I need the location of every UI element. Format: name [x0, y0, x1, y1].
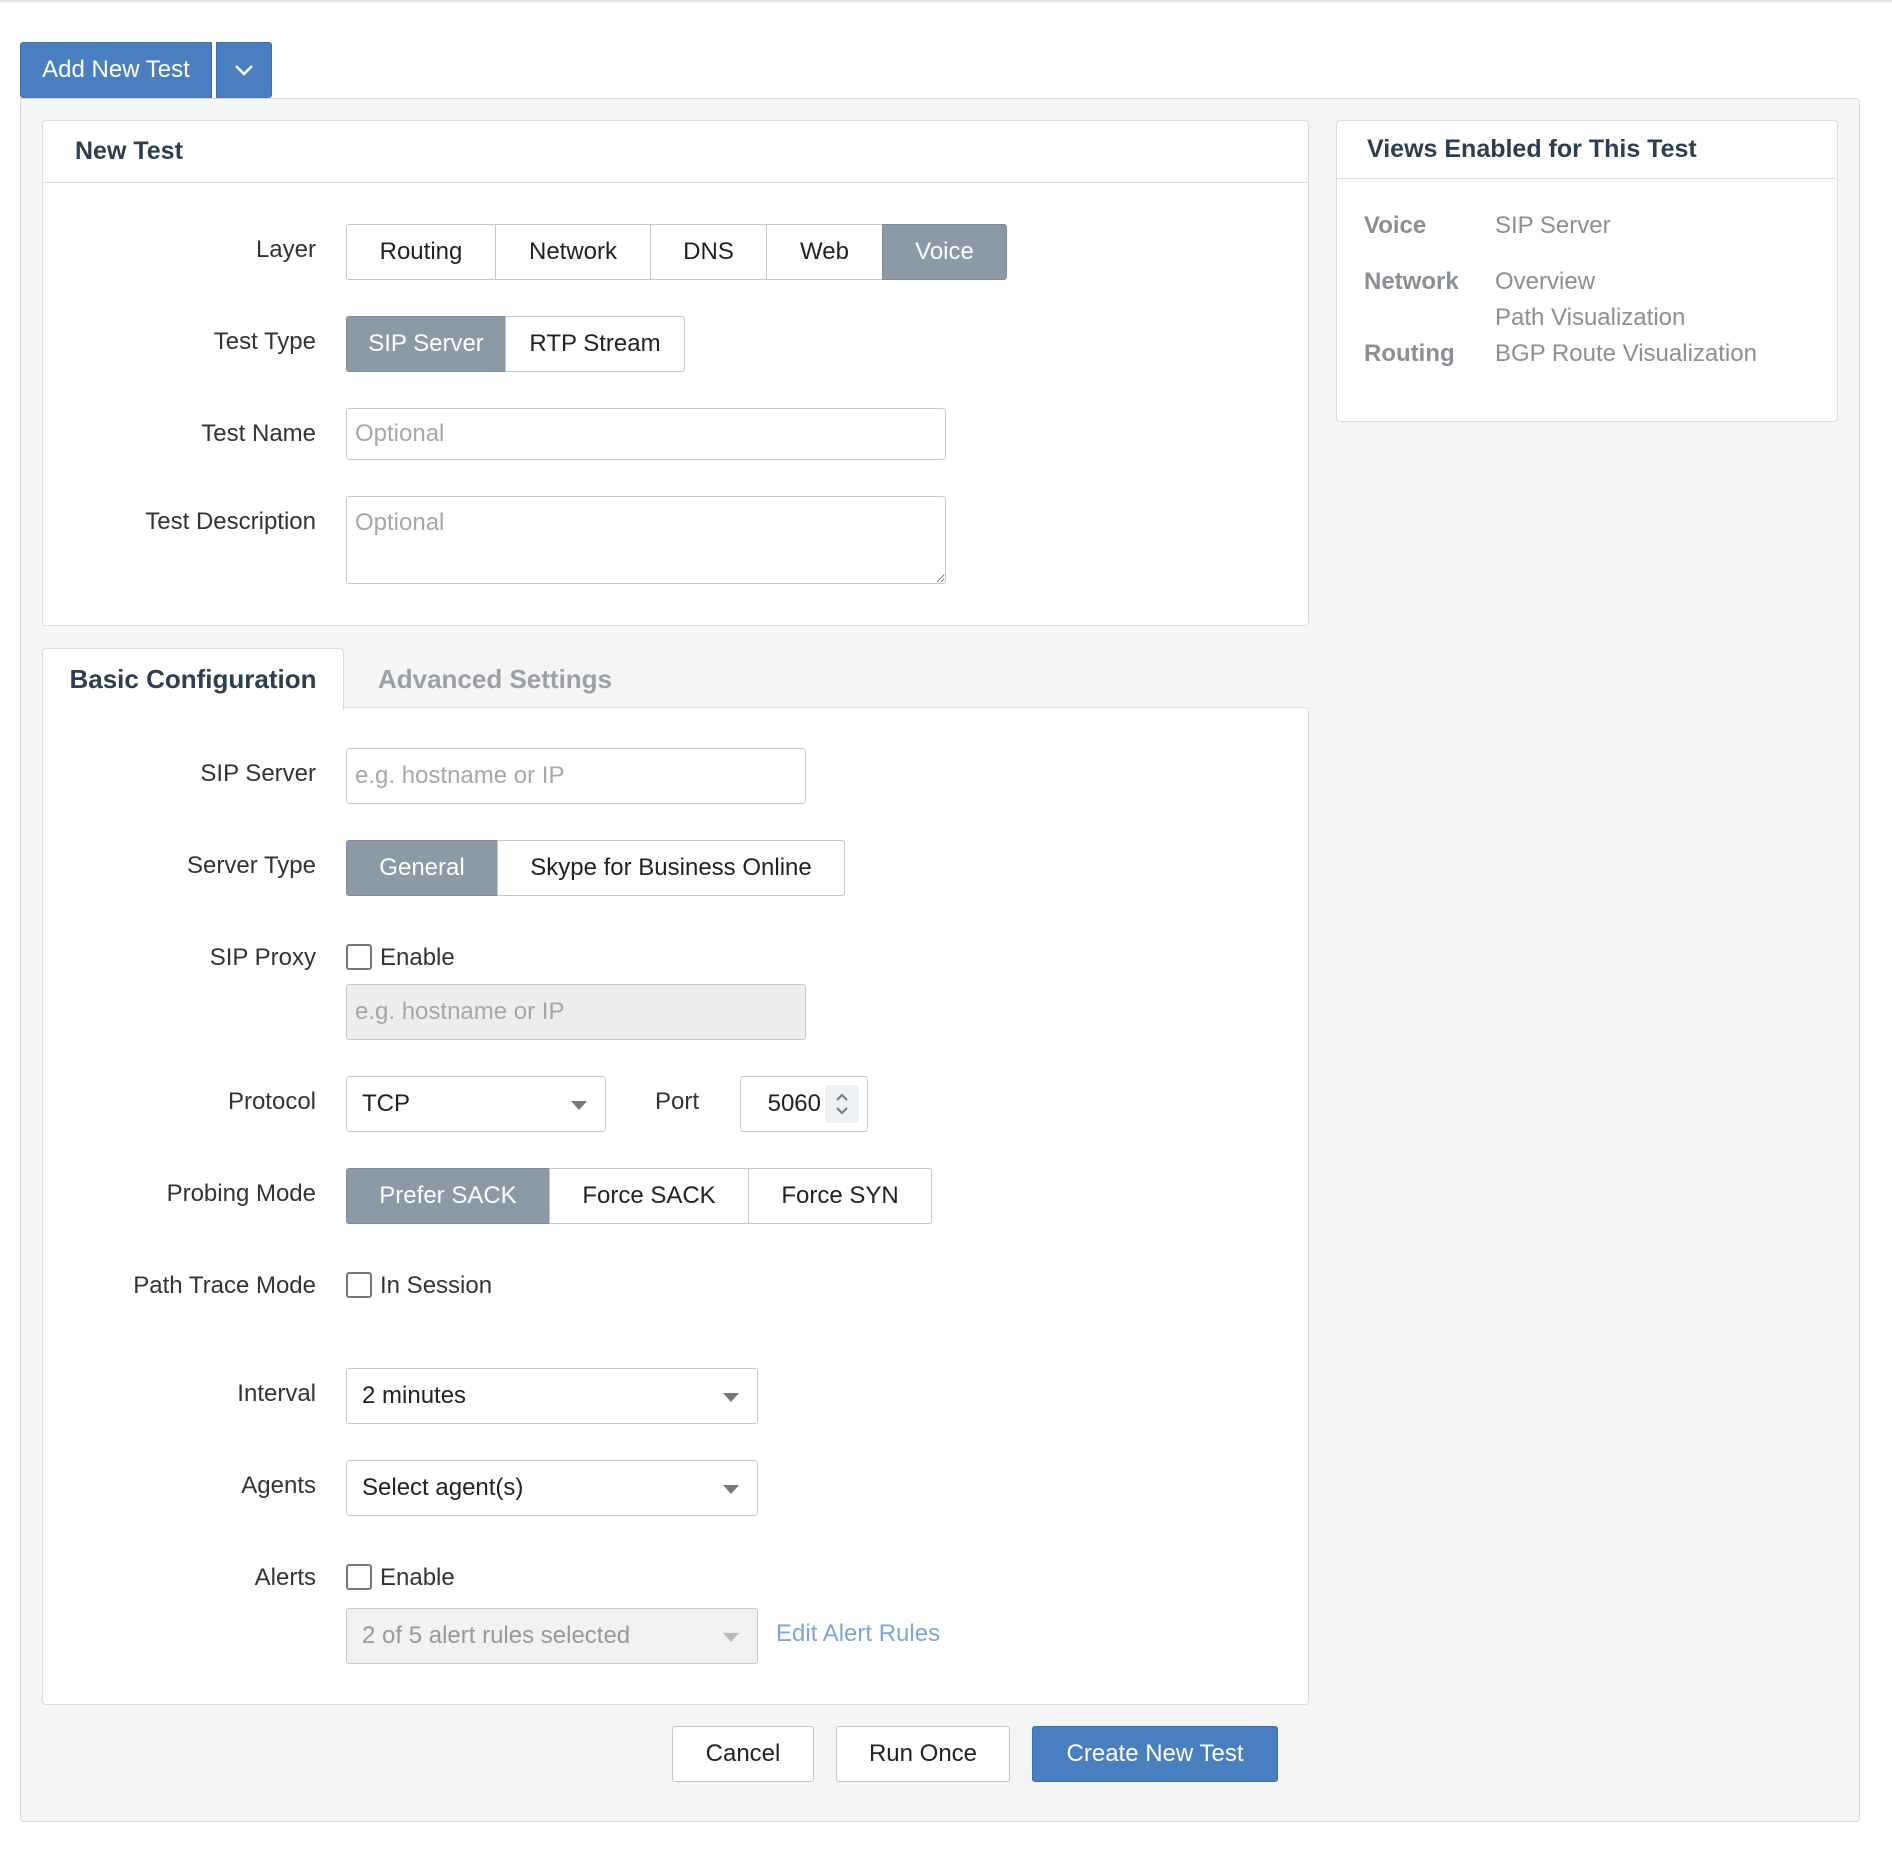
interval-select-value: 2 minutes	[362, 1382, 467, 1409]
port-input[interactable]: 5060	[740, 1076, 868, 1132]
sip-server-input[interactable]	[346, 748, 806, 804]
sip-server-label: SIP Server	[200, 760, 316, 787]
top-divider	[0, 0, 1892, 2]
run-once-button[interactable]: Run Once	[836, 1726, 1010, 1782]
probing-mode-force-syn[interactable]: Force SYN	[748, 1168, 932, 1224]
layer-label: Layer	[255, 236, 316, 263]
probing-mode-selector: Prefer SACK Force SACK Force SYN	[346, 1168, 932, 1224]
create-new-test-button[interactable]: Create New Test	[1032, 1726, 1278, 1782]
server-type-skype-for-business-online[interactable]: Skype for Business Online	[497, 840, 845, 896]
protocol-select[interactable]: TCP	[346, 1076, 606, 1132]
view-value-path-visualization: Path Visualization	[1495, 304, 1686, 331]
view-value-overview: Overview	[1495, 268, 1596, 295]
caret-down-icon	[723, 1393, 739, 1402]
test-type-label: Test Type	[213, 328, 316, 355]
server-type-general[interactable]: General	[346, 840, 498, 896]
layer-selector: Routing Network DNS Web Voice	[346, 224, 1007, 280]
test-name-input[interactable]	[346, 408, 946, 460]
edit-alert-rules-link[interactable]: Edit Alert Rules	[776, 1620, 940, 1648]
agents-select[interactable]: Select agent(s)	[346, 1460, 758, 1516]
view-key-voice: Voice	[1364, 212, 1427, 239]
alerts-enable-label: Enable	[380, 1564, 455, 1591]
sip-proxy-checkbox[interactable]	[346, 944, 372, 970]
layer-option-network[interactable]: Network	[495, 224, 651, 280]
cancel-button[interactable]: Cancel	[672, 1726, 814, 1782]
panel-title: New Test	[43, 121, 1308, 183]
caret-down-icon	[723, 1485, 739, 1494]
sip-proxy-label: SIP Proxy	[209, 944, 316, 971]
port-stepper[interactable]	[825, 1085, 859, 1123]
alerts-label: Alerts	[254, 1564, 316, 1591]
port-value: 5060	[767, 1090, 821, 1117]
test-type-rtp-stream[interactable]: RTP Stream	[505, 316, 685, 372]
agents-select-value: Select agent(s)	[362, 1474, 524, 1501]
path-trace-in-session-checkbox[interactable]	[346, 1272, 372, 1298]
layer-option-dns[interactable]: DNS	[650, 224, 767, 280]
caret-down-icon	[723, 1633, 739, 1642]
test-description-textarea[interactable]	[346, 496, 946, 584]
protocol-select-value: TCP	[362, 1090, 410, 1117]
alert-rules-select-value: 2 of 5 alert rules selected	[362, 1622, 631, 1649]
add-new-test-dropdown-button[interactable]	[216, 42, 272, 98]
test-name-label: Test Name	[201, 420, 316, 447]
views-panel-title: Views Enabled for This Test	[1337, 121, 1837, 179]
agents-label: Agents	[241, 1472, 316, 1499]
sip-proxy-checkbox-label: Enable	[380, 944, 455, 971]
alerts-enable-checkbox[interactable]	[346, 1564, 372, 1590]
path-trace-mode-label: Path Trace Mode	[133, 1272, 316, 1299]
chevron-up-icon	[836, 1093, 848, 1101]
tab-basic-configuration[interactable]: Basic Configuration	[42, 648, 344, 710]
alert-rules-select[interactable]: 2 of 5 alert rules selected	[346, 1608, 758, 1664]
probing-mode-force-sack[interactable]: Force SACK	[549, 1168, 749, 1224]
probing-mode-label: Probing Mode	[166, 1180, 316, 1207]
protocol-label: Protocol	[227, 1088, 316, 1115]
view-value-bgp-route-visualization: BGP Route Visualization	[1495, 340, 1757, 367]
probing-mode-prefer-sack[interactable]: Prefer SACK	[346, 1168, 550, 1224]
view-key-routing: Routing	[1364, 340, 1455, 367]
view-value-sip-server: SIP Server	[1495, 212, 1611, 239]
test-type-selector: SIP Server RTP Stream	[346, 316, 685, 372]
chevron-down-icon	[836, 1107, 848, 1115]
layer-option-routing[interactable]: Routing	[346, 224, 496, 280]
view-key-network: Network	[1364, 268, 1459, 295]
tab-advanced-settings[interactable]: Advanced Settings	[350, 648, 640, 710]
sip-proxy-input[interactable]	[346, 984, 806, 1040]
layer-option-web[interactable]: Web	[766, 224, 883, 280]
layer-option-voice[interactable]: Voice	[882, 224, 1007, 280]
interval-label: Interval	[237, 1380, 316, 1407]
add-new-test-button[interactable]: Add New Test	[20, 42, 212, 98]
test-description-label: Test Description	[145, 508, 316, 535]
interval-select[interactable]: 2 minutes	[346, 1368, 758, 1424]
chevron-down-icon	[235, 65, 253, 76]
path-trace-in-session-label: In Session	[380, 1272, 493, 1299]
caret-down-icon	[571, 1101, 587, 1110]
server-type-label: Server Type	[187, 852, 316, 879]
test-type-sip-server[interactable]: SIP Server	[346, 316, 506, 372]
server-type-selector: General Skype for Business Online	[346, 840, 845, 896]
port-label: Port	[655, 1088, 700, 1115]
